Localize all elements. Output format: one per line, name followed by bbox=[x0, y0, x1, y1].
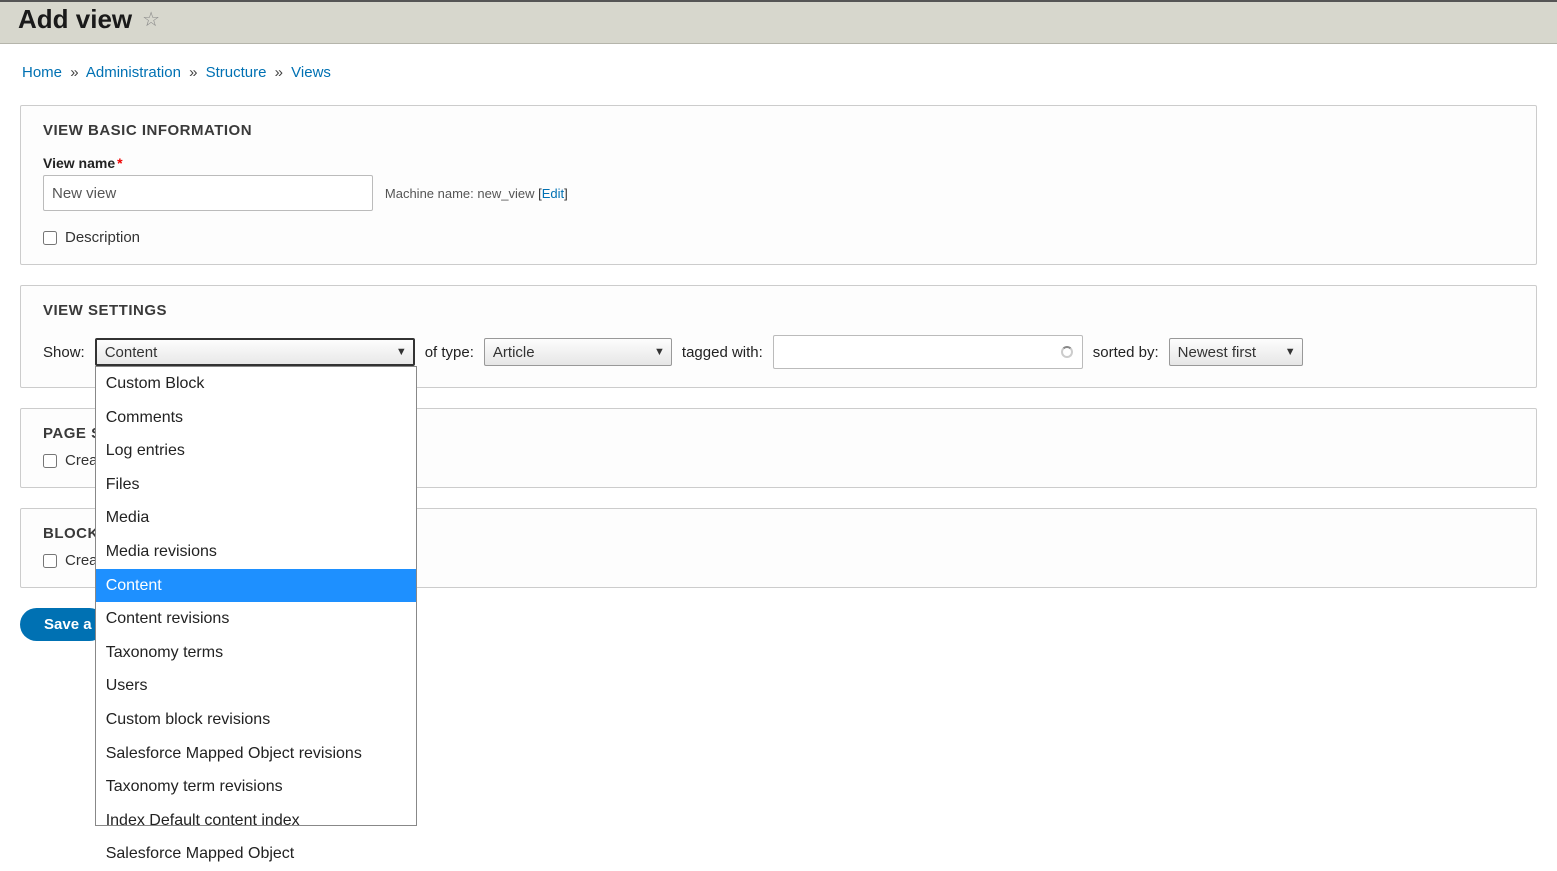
required-marker: * bbox=[117, 155, 122, 171]
show-option[interactable]: Log entries bbox=[96, 434, 416, 468]
description-label: Description bbox=[65, 229, 140, 246]
show-option[interactable]: Salesforce Mapped Object revisions bbox=[96, 737, 416, 771]
tagged-with-label: tagged with: bbox=[682, 344, 763, 361]
show-option[interactable]: Taxonomy terms bbox=[96, 636, 416, 670]
description-row: Description bbox=[43, 229, 1514, 246]
machine-name-edit-link[interactable]: Edit bbox=[542, 186, 564, 201]
of-type-label: of type: bbox=[425, 344, 474, 361]
breadcrumb-admin[interactable]: Administration bbox=[86, 64, 181, 81]
chevron-down-icon: ▼ bbox=[396, 346, 407, 358]
show-select-value: Content bbox=[105, 344, 158, 361]
show-option[interactable]: Content bbox=[96, 569, 416, 603]
view-name-label: View name* bbox=[43, 155, 1514, 171]
breadcrumb-views[interactable]: Views bbox=[291, 64, 331, 81]
breadcrumb-structure[interactable]: Structure bbox=[206, 64, 267, 81]
machine-name-line: Machine name: new_view [Edit] bbox=[385, 186, 568, 201]
show-select-wrapper: Content ▼ Custom BlockCommentsLog entrie… bbox=[95, 338, 415, 366]
show-option[interactable]: Media revisions bbox=[96, 535, 416, 569]
breadcrumb: Home » Administration » Structure » View… bbox=[22, 64, 1537, 81]
show-option[interactable]: Taxonomy term revisions bbox=[96, 770, 416, 804]
section-title-settings: VIEW SETTINGS bbox=[43, 302, 1514, 319]
tagged-with-wrapper bbox=[773, 335, 1083, 369]
sorted-by-label: sorted by: bbox=[1093, 344, 1159, 361]
view-name-input[interactable] bbox=[43, 175, 373, 211]
create-block-checkbox[interactable] bbox=[43, 554, 57, 568]
show-option[interactable]: Index Default content index bbox=[96, 804, 416, 838]
page-title: Add view bbox=[18, 4, 132, 35]
machine-name-label: Machine name: bbox=[385, 186, 474, 201]
section-title-basic: VIEW BASIC INFORMATION bbox=[43, 122, 1514, 139]
breadcrumb-sep: » bbox=[275, 64, 283, 81]
create-page-checkbox[interactable] bbox=[43, 454, 57, 468]
view-basic-info-section: VIEW BASIC INFORMATION View name* Machin… bbox=[20, 105, 1537, 265]
show-option[interactable]: Salesforce Mapped Object bbox=[96, 837, 416, 871]
sorted-by-select[interactable]: Newest first ▼ bbox=[1169, 338, 1303, 366]
show-option[interactable]: Custom Block bbox=[96, 367, 416, 401]
show-option[interactable]: Comments bbox=[96, 401, 416, 435]
save-button[interactable]: Save a bbox=[20, 608, 106, 641]
view-settings-section: VIEW SETTINGS Show: Content ▼ Custom Blo… bbox=[20, 285, 1537, 388]
show-option[interactable]: Custom block revisions bbox=[96, 703, 416, 737]
show-option[interactable]: Users bbox=[96, 669, 416, 703]
breadcrumb-sep: » bbox=[70, 64, 78, 81]
of-type-select[interactable]: Article ▼ bbox=[484, 338, 672, 366]
chevron-down-icon: ▼ bbox=[1285, 346, 1296, 358]
sorted-by-value: Newest first bbox=[1178, 344, 1256, 361]
breadcrumb-sep: » bbox=[189, 64, 197, 81]
page-content: Home » Administration » Structure » View… bbox=[0, 44, 1557, 661]
view-name-label-text: View name bbox=[43, 155, 115, 171]
of-type-value: Article bbox=[493, 344, 535, 361]
show-option[interactable]: Content revisions bbox=[96, 602, 416, 636]
loading-icon bbox=[1061, 346, 1073, 358]
show-select[interactable]: Content ▼ bbox=[95, 338, 415, 366]
show-option[interactable]: Media bbox=[96, 501, 416, 535]
settings-row: Show: Content ▼ Custom BlockCommentsLog … bbox=[43, 335, 1514, 369]
page-header: Add view ☆ bbox=[0, 0, 1557, 44]
description-checkbox[interactable] bbox=[43, 231, 57, 245]
show-label: Show: bbox=[43, 344, 85, 361]
chevron-down-icon: ▼ bbox=[654, 346, 665, 358]
tagged-with-input[interactable] bbox=[773, 335, 1083, 369]
breadcrumb-home[interactable]: Home bbox=[22, 64, 62, 81]
bracket-close: ] bbox=[564, 186, 568, 201]
machine-name-value: new_view bbox=[477, 186, 534, 201]
show-option[interactable]: Files bbox=[96, 468, 416, 502]
star-icon[interactable]: ☆ bbox=[142, 7, 160, 32]
show-dropdown: Custom BlockCommentsLog entriesFilesMedi… bbox=[95, 366, 417, 826]
